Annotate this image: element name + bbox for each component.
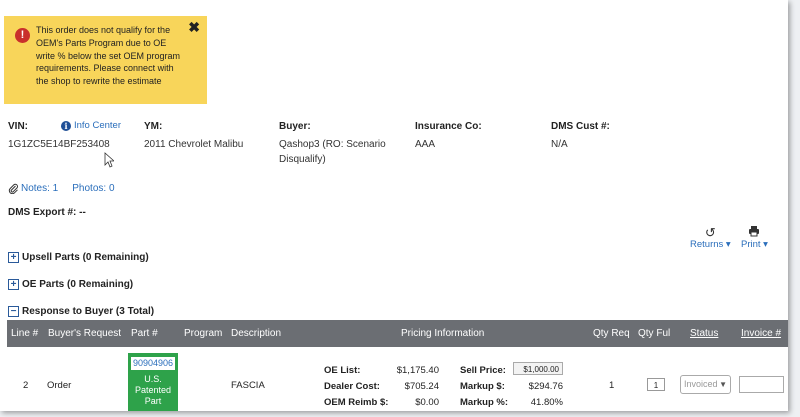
upsell-parts-section[interactable]: + Upsell Parts (0 Remaining) <box>8 252 149 263</box>
col-invoice-sort[interactable]: Invoice # <box>741 328 781 339</box>
close-icon[interactable]: ✖ <box>188 20 200 34</box>
oe-parts-title: OE Parts (0 Remaining) <box>22 279 134 290</box>
notes-label: Notes: 1 <box>21 183 59 194</box>
markup-pct-value: 41.80% <box>530 397 563 408</box>
buyer-request: Order <box>47 380 72 391</box>
paperclip-icon <box>8 183 18 194</box>
col-description: Description <box>231 328 282 339</box>
print-label: Print ▾ <box>741 239 768 250</box>
oe-list-value: $1,175.40 <box>396 365 439 376</box>
part-badge: 90904906 U.S. Patented Part <box>128 353 178 411</box>
col-pricing: Pricing Information <box>401 328 485 339</box>
table-row: 2 Order 90904906 U.S. Patented Part FASC… <box>7 347 788 411</box>
info-icon: i <box>61 120 71 131</box>
response-to-buyer-section[interactable]: − Response to Buyer (3 Total) <box>8 306 154 317</box>
ym-label: YM: <box>144 121 163 132</box>
info-center-label: Info Center <box>74 120 121 131</box>
info-center-link[interactable]: i Info Center <box>61 120 121 131</box>
markup-value: $294.76 <box>528 381 563 392</box>
upsell-parts-title: Upsell Parts (0 Remaining) <box>22 252 149 263</box>
buyer-value: Qashop3 (RO: Scenario Disqualify) <box>279 137 386 167</box>
response-table-header: Line # Buyer's Request Part # Program De… <box>7 320 788 347</box>
invoice-input[interactable] <box>739 376 784 393</box>
part-tag-2: Patented <box>134 385 172 395</box>
qty-ful-input[interactable]: 1 <box>647 378 665 391</box>
col-status-sort[interactable]: Status <box>690 328 718 339</box>
returns-button[interactable]: ↺ Returns ▾ <box>690 225 731 250</box>
response-title: Response to Buyer (3 Total) <box>22 306 155 317</box>
chevron-down-icon: ▼ <box>719 380 727 389</box>
expand-icon: + <box>8 279 19 290</box>
dms-export: DMS Export #: -- <box>8 207 86 218</box>
printer-icon <box>741 225 768 239</box>
buyer-line-1: Qashop3 (RO: Scenario <box>279 139 386 150</box>
col-part: Part # <box>131 328 158 339</box>
error-icon: ! <box>15 28 30 43</box>
line-number: 2 <box>23 380 29 391</box>
undo-icon: ↺ <box>704 225 716 240</box>
dms-cust-label: DMS Cust #: <box>551 121 610 132</box>
oe-list-label: OE List: <box>324 365 361 376</box>
photos-link[interactable]: Photos: 0 <box>72 183 114 194</box>
oem-reimb-label: OEM Reimb $: <box>324 397 389 408</box>
vin-value: 1G1ZC5E14BF253408 <box>8 139 110 150</box>
expand-icon: + <box>8 252 19 263</box>
insurance-label: Insurance Co: <box>415 121 482 132</box>
notes-link[interactable]: Notes: 1 <box>8 183 58 194</box>
description: FASCIA <box>231 380 265 391</box>
dealer-cost-label: Dealer Cost: <box>324 381 380 392</box>
col-request: Buyer's Request <box>48 328 122 339</box>
part-tag-1: U.S. <box>144 374 162 384</box>
status-select[interactable]: Invoiced ▼ <box>680 375 731 394</box>
alert-message: This order does not qualify for the OEM'… <box>36 25 181 87</box>
returns-label: Returns ▾ <box>690 239 731 250</box>
insurance-value: AAA <box>415 139 436 150</box>
mouse-cursor-icon <box>104 152 114 168</box>
collapse-icon: − <box>8 306 19 317</box>
col-qty-ful: Qty Ful <box>638 328 671 339</box>
markup-label: Markup $: <box>460 381 505 392</box>
buyer-line-2: Disqualify) <box>279 154 326 165</box>
dms-cust-value: N/A <box>551 139 568 150</box>
qty-req: 1 <box>609 380 615 391</box>
dealer-cost-value: $705.24 <box>404 381 439 392</box>
col-line: Line # <box>11 328 39 339</box>
ym-value: 2011 Chevrolet Malibu <box>144 139 244 150</box>
oe-parts-section[interactable]: + OE Parts (0 Remaining) <box>8 279 133 290</box>
disqualify-alert: ! This order does not qualify for the OE… <box>4 16 207 104</box>
vin-label: VIN: <box>8 121 28 132</box>
buyer-label: Buyer: <box>279 121 311 132</box>
oem-reimb-value: $0.00 <box>415 397 439 408</box>
print-button[interactable]: Print ▾ <box>741 225 768 250</box>
sell-price-input[interactable]: $1,000.00 <box>513 362 563 375</box>
status-value: Invoiced <box>684 379 718 389</box>
col-program: Program <box>184 328 223 339</box>
part-tag-3: Part <box>144 396 162 406</box>
markup-pct-label: Markup %: <box>460 397 509 408</box>
notes-photos-row: Notes: 1 Photos: 0 <box>8 183 115 194</box>
part-number-link[interactable]: 90904906 <box>130 356 176 371</box>
order-page: ! This order does not qualify for the OE… <box>0 0 788 411</box>
sell-price-label: Sell Price: <box>460 365 506 376</box>
col-qty-req: Qty Req <box>593 328 630 339</box>
